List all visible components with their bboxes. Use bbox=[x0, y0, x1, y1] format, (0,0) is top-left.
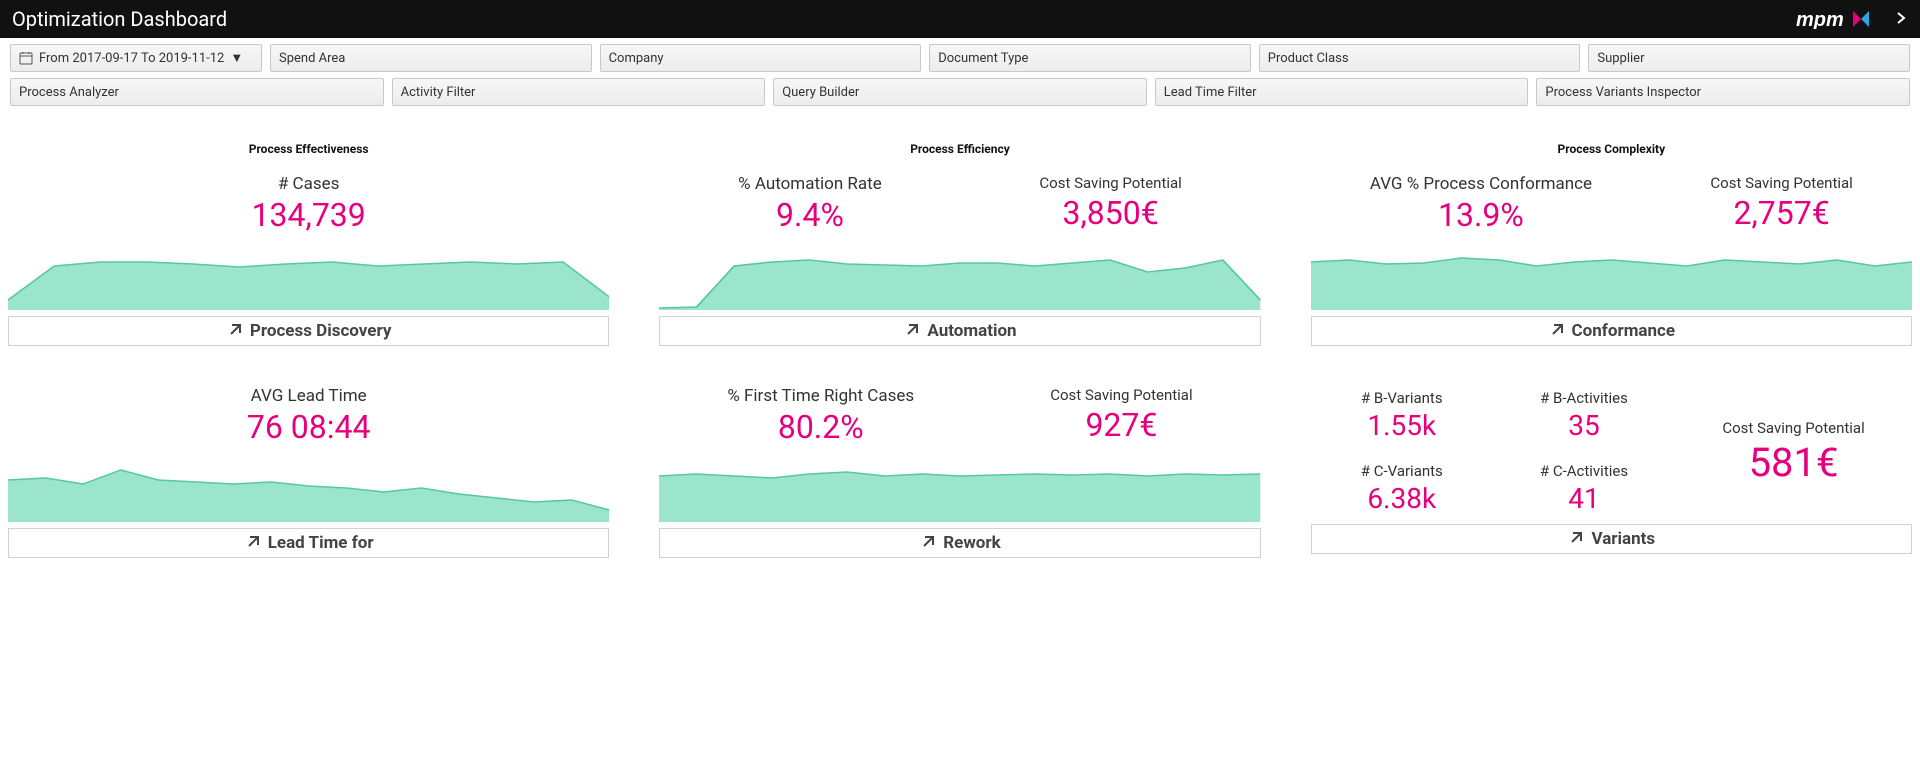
conformance-sparkline bbox=[1311, 244, 1912, 310]
share-icon bbox=[903, 323, 919, 339]
kpi-label: # Cases bbox=[278, 174, 340, 194]
kpi-value: 80.2% bbox=[778, 408, 864, 446]
kpi-label: % Automation Rate bbox=[738, 174, 882, 194]
kpi-value: 6.38k bbox=[1367, 482, 1436, 515]
filter-bar: From 2017-09-17 To 2019-11-12 ▼ Spend Ar… bbox=[0, 38, 1920, 106]
process-discovery-link[interactable]: Process Discovery bbox=[8, 316, 609, 346]
document-type-filter[interactable]: Document Type bbox=[929, 44, 1251, 72]
calendar-icon bbox=[19, 51, 33, 65]
share-icon bbox=[1567, 531, 1583, 547]
kpi-automation-rate: % Automation Rate 9.4% bbox=[738, 174, 882, 234]
lead-time-link[interactable]: Lead Time for bbox=[8, 528, 609, 558]
dashboard-grid: Process Effectiveness # Cases 134,739 Pr… bbox=[0, 112, 1920, 566]
panel-process-efficiency: Process Efficiency % Automation Rate 9.4… bbox=[659, 142, 1260, 346]
kpi-value: 134,739 bbox=[252, 196, 366, 234]
kpi-label: # B-Activities bbox=[1540, 389, 1628, 407]
svg-text:mpm: mpm bbox=[1796, 9, 1844, 29]
kpi-variants-csp: Cost Saving Potential 581€ bbox=[1675, 419, 1912, 486]
kpi-label: # C-Variants bbox=[1361, 462, 1443, 480]
kpi-value: 581€ bbox=[1749, 439, 1839, 486]
share-icon bbox=[244, 535, 260, 551]
kpi-b-activities: # B-Activities 35 bbox=[1540, 389, 1628, 442]
kpi-label: AVG Lead Time bbox=[251, 386, 367, 406]
kpi-label: % First Time Right Cases bbox=[727, 386, 914, 406]
panel-lead-time: AVG Lead Time 76 08:44 Lead Time for bbox=[8, 386, 609, 558]
company-filter[interactable]: Company bbox=[600, 44, 922, 72]
activity-filter-tab[interactable]: Activity Filter bbox=[392, 78, 766, 106]
kpi-ftr-csp: Cost Saving Potential 927€ bbox=[1050, 386, 1192, 444]
kpi-label: # B-Variants bbox=[1361, 389, 1443, 407]
cases-sparkline bbox=[8, 244, 609, 310]
kpi-value: 9.4% bbox=[776, 196, 844, 234]
page-title: Optimization Dashboard bbox=[12, 7, 1796, 31]
kpi-value: 41 bbox=[1568, 482, 1599, 515]
kpi-automation-csp: Cost Saving Potential 3,850€ bbox=[1039, 174, 1181, 232]
process-analyzer-tab[interactable]: Process Analyzer bbox=[10, 78, 384, 106]
share-icon bbox=[919, 535, 935, 551]
kpi-ftr: % First Time Right Cases 80.2% bbox=[727, 386, 914, 446]
automation-link[interactable]: Automation bbox=[659, 316, 1260, 346]
kpi-value: 1.55k bbox=[1367, 409, 1436, 442]
kpi-value: 927€ bbox=[1085, 406, 1157, 444]
kpi-value: 76 08:44 bbox=[247, 408, 371, 446]
spend-area-filter[interactable]: Spend Area bbox=[270, 44, 592, 72]
kpi-lead-time: AVG Lead Time 76 08:44 bbox=[247, 386, 371, 446]
lead-time-filter-tab[interactable]: Lead Time Filter bbox=[1155, 78, 1529, 106]
brand-logo: mpm bbox=[1796, 9, 1880, 29]
panel-variants: # B-Variants 1.55k # C-Variants 6.38k # … bbox=[1311, 386, 1912, 558]
kpi-label: Cost Saving Potential bbox=[1039, 174, 1181, 192]
kpi-label: Cost Saving Potential bbox=[1722, 419, 1864, 437]
share-icon bbox=[226, 323, 242, 339]
kpi-b-variants: # B-Variants 1.55k bbox=[1361, 389, 1443, 442]
conformance-link[interactable]: Conformance bbox=[1311, 316, 1912, 346]
app-header: Optimization Dashboard mpm bbox=[0, 0, 1920, 38]
product-class-filter[interactable]: Product Class bbox=[1259, 44, 1581, 72]
kpi-label: # C-Activities bbox=[1540, 462, 1628, 480]
section-title: Process Effectiveness bbox=[8, 142, 609, 156]
kpi-value: 2,757€ bbox=[1733, 194, 1829, 232]
variants-link[interactable]: Variants bbox=[1311, 524, 1912, 554]
automation-sparkline bbox=[659, 244, 1260, 310]
caret-down-icon: ▼ bbox=[230, 50, 243, 66]
date-range-filter[interactable]: From 2017-09-17 To 2019-11-12 ▼ bbox=[10, 44, 262, 72]
kpi-c-activities: # C-Activities 41 bbox=[1540, 462, 1628, 515]
kpi-value: 3,850€ bbox=[1063, 194, 1159, 232]
share-icon bbox=[1548, 323, 1564, 339]
kpi-c-variants: # C-Variants 6.38k bbox=[1361, 462, 1443, 515]
query-builder-tab[interactable]: Query Builder bbox=[773, 78, 1147, 106]
panel-process-complexity: Process Complexity AVG % Process Conform… bbox=[1311, 142, 1912, 346]
date-range-text: From 2017-09-17 To 2019-11-12 bbox=[39, 51, 224, 66]
process-variants-inspector-tab[interactable]: Process Variants Inspector bbox=[1536, 78, 1910, 106]
kpi-conformance: AVG % Process Conformance 13.9% bbox=[1370, 174, 1592, 234]
expand-icon[interactable] bbox=[1894, 10, 1908, 29]
kpi-label: AVG % Process Conformance bbox=[1370, 174, 1592, 194]
supplier-filter[interactable]: Supplier bbox=[1588, 44, 1910, 72]
panel-process-effectiveness: Process Effectiveness # Cases 134,739 Pr… bbox=[8, 142, 609, 346]
rework-link[interactable]: Rework bbox=[659, 528, 1260, 558]
leadtime-sparkline bbox=[8, 456, 609, 522]
kpi-value: 13.9% bbox=[1438, 196, 1524, 234]
kpi-cases: # Cases 134,739 bbox=[252, 174, 366, 234]
kpi-label: Cost Saving Potential bbox=[1050, 386, 1192, 404]
kpi-label: Cost Saving Potential bbox=[1710, 174, 1852, 192]
kpi-conformance-csp: Cost Saving Potential 2,757€ bbox=[1710, 174, 1852, 232]
section-title: Process Efficiency bbox=[659, 142, 1260, 156]
kpi-value: 35 bbox=[1568, 409, 1599, 442]
panel-rework: % First Time Right Cases 80.2% Cost Savi… bbox=[659, 386, 1260, 558]
rework-sparkline bbox=[659, 456, 1260, 522]
section-title: Process Complexity bbox=[1311, 142, 1912, 156]
